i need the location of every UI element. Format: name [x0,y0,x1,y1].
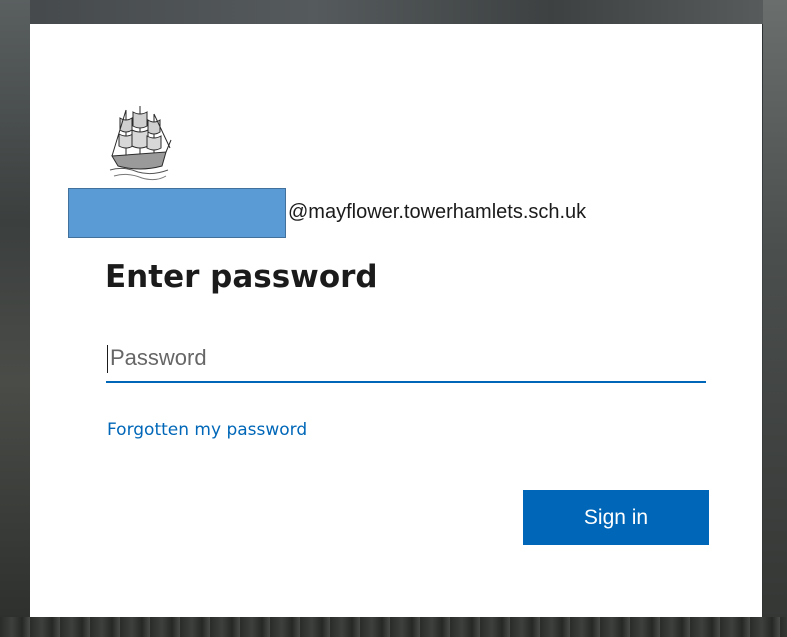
text-caret [107,345,108,373]
forgot-password-link[interactable]: Forgotten my password [107,420,307,440]
sign-in-button[interactable]: Sign in [523,490,709,545]
account-email-domain: @mayflower.towerhamlets.sch.uk [288,201,587,223]
background-left-strip [0,0,30,637]
password-field-container [106,337,706,383]
sign-in-card: @mayflower.towerhamlets.sch.uk Enter pas… [30,24,762,617]
background-bottom-strip [0,617,787,637]
sailing-ship-logo-icon [108,100,172,188]
background-right-strip [763,0,787,637]
redacted-username-box [68,188,286,238]
password-input[interactable] [106,337,706,379]
background-top-strip [0,0,787,24]
account-email-row: @mayflower.towerhamlets.sch.uk [68,188,728,238]
page-title: Enter password [105,259,378,295]
